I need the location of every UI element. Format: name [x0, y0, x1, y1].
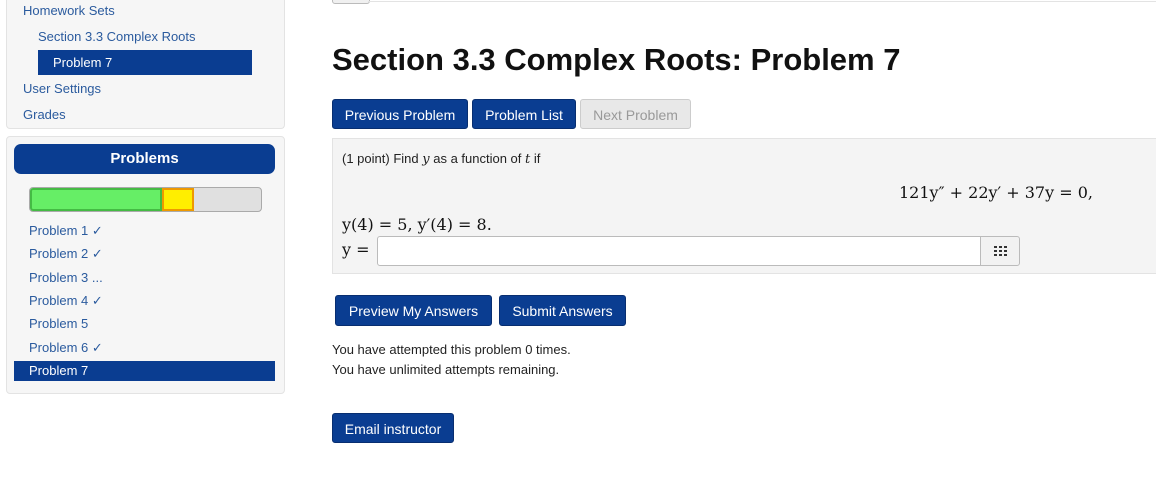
problem-list-button[interactable]: Problem List: [472, 99, 576, 129]
top-divider: [368, 1, 1156, 2]
prompt-variable-y: y: [422, 152, 430, 167]
nav-homework-sets-link[interactable]: Homework Sets: [23, 3, 115, 19]
prompt-variable-t: t: [525, 152, 531, 167]
problem-list-item[interactable]: Problem 5: [29, 316, 88, 332]
nav-user-settings-link[interactable]: User Settings: [23, 81, 101, 97]
problem-list-item-active[interactable]: Problem 7: [14, 361, 275, 381]
progress-bar: [29, 187, 262, 212]
initial-conditions: y(4) = 5, y′(4) = 8.: [342, 215, 492, 234]
problem-list-item[interactable]: Problem 6 ✓: [29, 340, 103, 356]
problems-panel: Problems Problem 1 ✓ Problem 2 ✓ Problem…: [6, 136, 285, 394]
preview-answers-button[interactable]: Preview My Answers: [335, 295, 492, 326]
nav-section-link[interactable]: Section 3.3 Complex Roots: [38, 29, 196, 45]
answer-input[interactable]: [377, 236, 981, 266]
nav-grades-link[interactable]: Grades: [23, 107, 66, 123]
sidebar-nav: Homework Sets Section 3.3 Complex Roots …: [6, 0, 285, 129]
problem-list-item[interactable]: Problem 4 ✓: [29, 293, 103, 309]
prompt-text-end: if: [533, 151, 541, 166]
next-problem-button: Next Problem: [580, 99, 691, 129]
answer-label: y =: [342, 240, 370, 259]
page-title: Section 3.3 Complex Roots: Problem 7: [332, 42, 901, 77]
top-button-remnant: [332, 0, 370, 4]
equation-palette-button[interactable]: [980, 236, 1020, 266]
problems-panel-title: Problems: [14, 144, 275, 174]
attempts-remaining-text: You have unlimited attempts remaining.: [332, 362, 560, 377]
prompt-text-start: Find: [393, 151, 419, 166]
email-instructor-button[interactable]: Email instructor: [332, 413, 454, 443]
problem-statement: (1 point) Find y as a function of t if: [342, 151, 540, 167]
problem-points: (1 point): [342, 151, 390, 166]
previous-problem-button[interactable]: Previous Problem: [332, 99, 468, 129]
grid-icon: [993, 246, 1007, 256]
submit-answers-button[interactable]: Submit Answers: [499, 295, 626, 326]
progress-correct-segment: [30, 188, 162, 211]
attempts-count-text: You have attempted this problem 0 times.: [332, 342, 571, 357]
problem-list-item[interactable]: Problem 2 ✓: [29, 246, 103, 262]
problem-list-item[interactable]: Problem 3 ...: [29, 270, 103, 286]
problem-body: (1 point) Find y as a function of t if 1…: [332, 138, 1156, 274]
differential-equation: 121y″ + 22y′ + 37y = 0,: [899, 183, 1093, 202]
progress-partial-segment: [161, 188, 194, 211]
problem-list-item[interactable]: Problem 1 ✓: [29, 223, 103, 239]
prompt-text-mid: as a function of: [433, 151, 522, 166]
nav-current-problem-link[interactable]: Problem 7: [38, 50, 252, 75]
